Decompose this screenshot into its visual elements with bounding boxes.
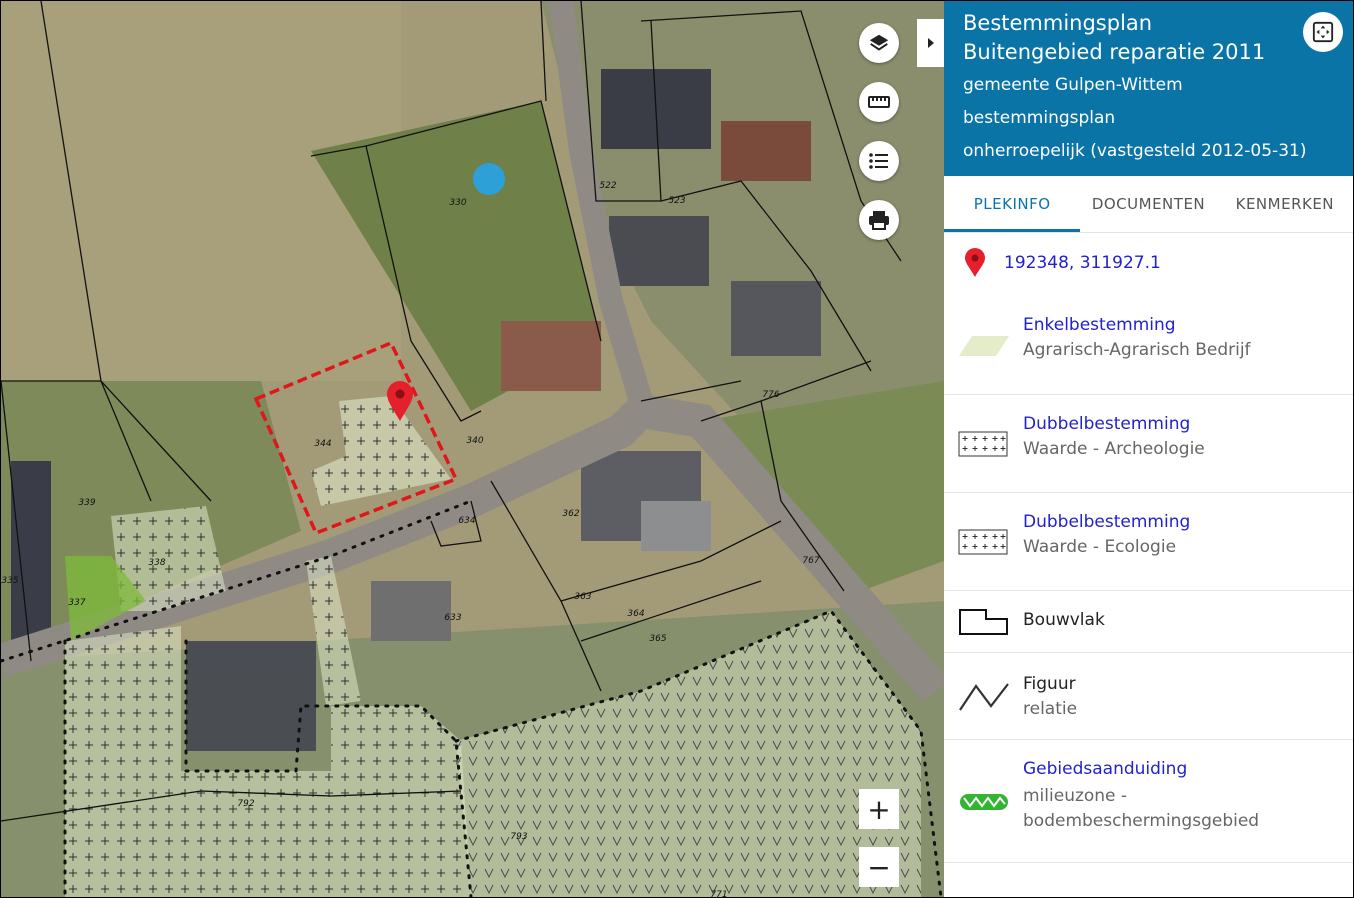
aerial-map: 330 522 523 344 340 339 338 337 335 634 …: [1, 1, 944, 897]
map-view[interactable]: 330 522 523 344 340 339 338 337 335 634 …: [1, 1, 944, 897]
cross-grid-icon: [958, 431, 1008, 457]
legend-item-enkelbestemming: Enkelbestemming Agrarisch-Agrarisch Bedr…: [944, 295, 1353, 395]
legend-list-icon: [869, 153, 888, 169]
coordinate-link[interactable]: 192348, 311927.1: [1004, 253, 1161, 273]
legend-title[interactable]: Dubbelbestemming: [1023, 414, 1190, 434]
parcel-number-523: 523: [668, 196, 685, 206]
collapse-panel-button[interactable]: [917, 19, 944, 67]
chevron-right-icon: [927, 38, 934, 48]
legend-item-ecologie: Dubbelbestemming Waarde - Ecologie: [944, 492, 1353, 591]
legend-item-figuur: Figuur relatie: [944, 652, 1353, 740]
zoom-out-button[interactable]: −: [859, 847, 899, 887]
tab-plekinfo[interactable]: PLEKINFO: [944, 176, 1081, 232]
fullscreen-button[interactable]: [1303, 12, 1343, 52]
parcel-number-793: 793: [510, 832, 527, 842]
parcel-number-364: 364: [627, 609, 644, 619]
parcel-number-776: 776: [762, 390, 779, 400]
legend-item-gebiedsaanduiding: Gebiedsaanduiding milieuzone - bodembesc…: [944, 739, 1353, 863]
legend-title[interactable]: Gebiedsaanduiding: [1023, 759, 1187, 779]
ruler-icon: [868, 96, 890, 108]
legend-title[interactable]: Enkelbestemming: [1023, 315, 1176, 335]
parcel-number-330: 330: [449, 198, 466, 208]
parcel-number-340: 340: [466, 436, 483, 446]
agrarisch-fill-icon: [959, 336, 1009, 356]
parcel-number-792: 792: [237, 799, 254, 809]
print-icon: [869, 211, 889, 230]
legend-title: Bouwvlak: [1023, 610, 1105, 630]
parcel-number-362: 362: [562, 509, 579, 519]
parcel-number-522: 522: [599, 181, 616, 191]
tab-documenten[interactable]: DOCUMENTEN: [1080, 176, 1216, 232]
legend-item-archeologie: Dubbelbestemming Waarde - Archeologie: [944, 394, 1353, 493]
legend-subtitle: milieuzone - bodembeschermingsgebied: [1023, 786, 1260, 831]
print-button[interactable]: [859, 200, 899, 240]
zigzag-line-icon: [959, 683, 1009, 711]
tab-kenmerken[interactable]: KENMERKEN: [1217, 176, 1353, 232]
legend-subtitle: relatie: [1023, 699, 1078, 719]
parcel-number-771: 771: [710, 890, 727, 897]
cross-grid-icon: [958, 529, 1008, 555]
parcel-number-338: 338: [148, 558, 165, 568]
legend-item-bouwvlak: Bouwvlak: [944, 590, 1353, 653]
layers-icon: [869, 34, 889, 51]
parcel-number-767: 767: [802, 556, 819, 566]
parcel-number-344: 344: [314, 439, 331, 449]
legend-title: Figuur: [1023, 674, 1076, 694]
parcel-number-339: 339: [78, 498, 95, 508]
parcel-number-335: 335: [1, 576, 18, 586]
parcel-number-634: 634: [458, 516, 475, 526]
plan-type: bestemmingsplan: [963, 108, 1116, 128]
coordinate-row: 192348, 311927.1: [944, 233, 1353, 293]
legend-subtitle: Waarde - Archeologie: [1023, 439, 1205, 459]
zoom-in-button[interactable]: +: [859, 789, 899, 829]
legend-title[interactable]: Dubbelbestemming: [1023, 512, 1190, 532]
legend-subtitle: Agrarisch-Agrarisch Bedrijf: [1023, 340, 1251, 360]
panel-header: Bestemmingsplan Buitengebied reparatie 2…: [944, 1, 1353, 176]
plan-title: Bestemmingsplan Buitengebied reparatie 2…: [963, 11, 1266, 64]
parcel-number-337: 337: [68, 598, 85, 608]
parcel-number-363: 363: [574, 592, 591, 602]
municipality: gemeente Gulpen-Wittem: [963, 75, 1183, 95]
legend-subtitle: Waarde - Ecologie: [1023, 537, 1177, 557]
location-pin-icon: [965, 248, 985, 277]
fullscreen-icon: [1312, 21, 1334, 43]
layers-button[interactable]: [859, 23, 899, 63]
building-outline-icon: [959, 609, 1008, 635]
parcel-number-633: 633: [444, 613, 461, 623]
panel-tabs: PLEKINFO DOCUMENTEN KENMERKEN: [944, 176, 1353, 233]
measure-button[interactable]: [859, 82, 899, 122]
parcel-number-365: 365: [649, 634, 666, 644]
legend-button[interactable]: [859, 141, 899, 181]
plan-status: onherroepelijk (vastgesteld 2012-05-31): [963, 141, 1307, 161]
info-panel: Bestemmingsplan Buitengebied reparatie 2…: [944, 1, 1353, 897]
milieuzone-band-icon: [960, 794, 1008, 810]
